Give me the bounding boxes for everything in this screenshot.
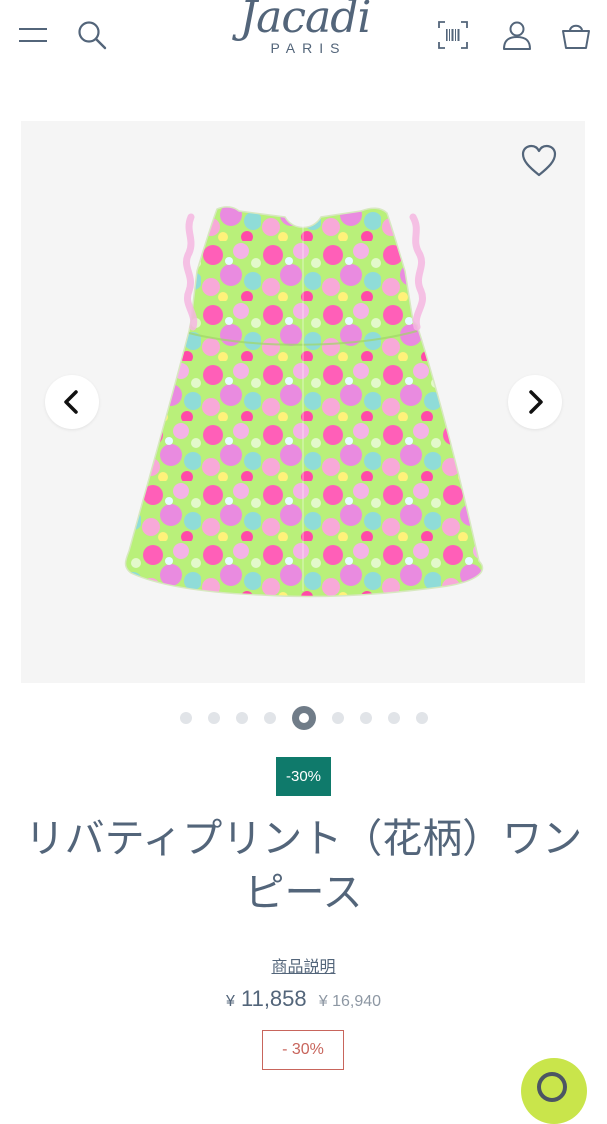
brand-logo[interactable]: Jacadi PARIS [220, 0, 390, 66]
brand-logo-script: Jacadi [239, 0, 372, 43]
carousel-dot[interactable] [387, 712, 400, 724]
wishlist-button[interactable] [519, 143, 559, 179]
prev-image-button[interactable] [45, 375, 99, 429]
product-title: リバティプリント（花柄）ワンピース [24, 816, 583, 916]
heart-icon [521, 144, 557, 177]
menu-button[interactable] [14, 18, 52, 52]
chat-icon [537, 1072, 567, 1102]
product-gallery[interactable] [21, 121, 585, 683]
carousel-dot[interactable] [263, 712, 276, 724]
current-price: ¥ 11,858 [226, 986, 313, 1011]
discount-label: - 30% [262, 1030, 344, 1070]
chevron-right-icon [529, 390, 543, 414]
barcode-scan-button[interactable] [434, 17, 472, 53]
carousel-dot[interactable] [179, 712, 192, 724]
site-header: Jacadi PARIS [0, 0, 607, 70]
current-price-value: 11,858 [240, 986, 307, 1011]
price-row: ¥ 11,858 ¥ 16,940 [0, 986, 607, 1012]
carousel-dot[interactable] [359, 712, 372, 724]
search-button[interactable] [72, 16, 112, 54]
carousel-dot-center [298, 713, 309, 723]
carousel-dot-active[interactable] [291, 706, 316, 730]
carousel-dots [0, 706, 607, 730]
carousel-dot[interactable] [235, 712, 248, 724]
next-image-button[interactable] [508, 375, 562, 429]
chat-button[interactable] [521, 1058, 587, 1124]
barcode-scan-icon [438, 21, 468, 49]
product-description-link[interactable]: 商品説明 [0, 953, 607, 977]
product-image [124, 206, 484, 598]
carousel-dot[interactable] [331, 712, 344, 724]
search-icon [78, 21, 107, 50]
original-price: ¥ 16,940 [318, 993, 382, 1010]
basket-button[interactable] [557, 16, 595, 54]
product-description-link-label: 商品説明 [271, 957, 336, 976]
chevron-left-icon [64, 390, 78, 414]
carousel-dot[interactable] [207, 712, 220, 724]
discount-badge: -30% [276, 757, 331, 796]
menu-icon [19, 28, 47, 42]
carousel-dot[interactable] [415, 712, 428, 724]
currency-symbol: ¥ [225, 993, 235, 1010]
basket-icon [562, 24, 590, 49]
account-button[interactable] [498, 16, 536, 54]
account-icon [503, 21, 531, 50]
